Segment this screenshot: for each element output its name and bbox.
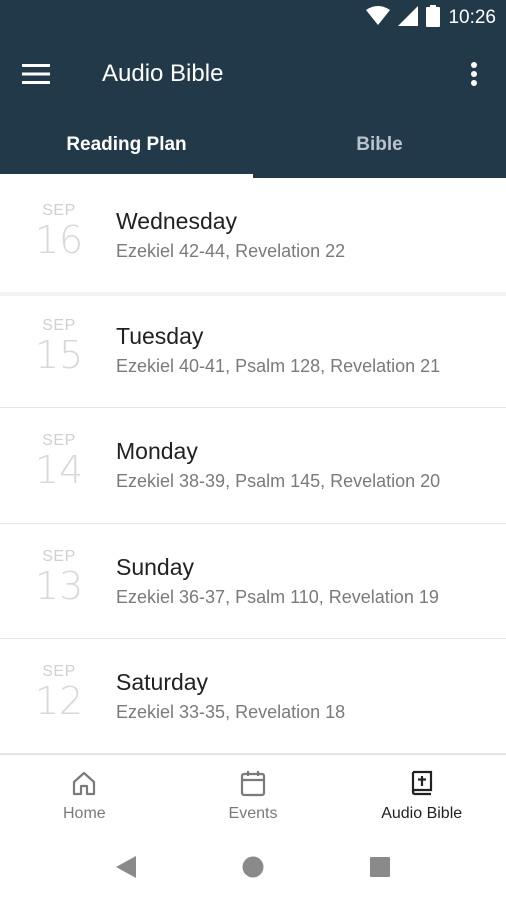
nav-audio-bible-label: Audio Bible [381, 805, 463, 822]
bottom-navigation: Home Events Audio Bible [0, 754, 506, 834]
wifi-icon [366, 5, 391, 31]
calendar-icon [239, 769, 267, 797]
reading-passages: Ezekiel 36-37, Psalm 110, Revelation 19 [116, 586, 439, 607]
tab-bible[interactable]: Bible [253, 112, 506, 178]
date-month: SEP [42, 547, 76, 565]
reading-plan-list: SEP 16 Wednesday Ezekiel 42-44, Revelati… [0, 178, 506, 754]
reading-passages: Ezekiel 33-35, Revelation 18 [116, 701, 346, 722]
reading-weekday: Tuesday [116, 323, 204, 350]
date-badge: SEP 13 [34, 548, 84, 606]
nav-audio-bible[interactable]: Audio Bible [337, 755, 506, 834]
more-vertical-icon[interactable] [460, 58, 488, 90]
date-badge: SEP 15 [34, 317, 84, 375]
home-circle-icon[interactable] [241, 854, 267, 880]
battery-icon [426, 4, 441, 32]
reading-weekday: Sunday [116, 553, 195, 580]
reading-plan-item[interactable]: SEP 16 Wednesday Ezekiel 42-44, Revelati… [0, 178, 506, 297]
date-day: 16 [34, 218, 84, 262]
reading-weekday: Saturday [116, 668, 209, 695]
date-badge: SEP 12 [34, 663, 84, 721]
app-header: 10:26 Audio Bible Reading Plan Bible [0, 0, 506, 178]
status-time: 10:26 [448, 7, 496, 28]
date-day: 12 [34, 678, 84, 723]
reading-weekday: Wednesday [116, 208, 238, 234]
reading-plan-item[interactable]: SEP 12 Saturday Ezekiel 33-35, Revelatio… [0, 639, 506, 754]
app-title: Audio Bible [102, 60, 224, 87]
status-bar: 10:26 [0, 0, 506, 36]
reading-weekday: Monday [116, 438, 198, 465]
date-day: 14 [34, 448, 84, 493]
reading-plan-item[interactable]: SEP 13 Sunday Ezekiel 36-37, Psalm 110, … [0, 524, 506, 639]
tab-reading-plan[interactable]: Reading Plan [0, 112, 253, 178]
signal-icon [398, 5, 419, 31]
back-icon[interactable] [114, 854, 140, 880]
date-badge: SEP 14 [34, 432, 84, 490]
app-bar: Audio Bible [0, 36, 506, 112]
reading-passages: Ezekiel 38-39, Psalm 145, Revelation 20 [116, 471, 441, 492]
status-icons: 10:26 [366, 4, 496, 32]
tab-bar: Reading Plan Bible [0, 112, 506, 178]
nav-home[interactable]: Home [0, 755, 169, 834]
hamburger-menu-icon[interactable] [20, 58, 52, 90]
reading-plan-item[interactable]: SEP 14 Monday Ezekiel 38-39, Psalm 145, … [0, 408, 506, 524]
date-day: 15 [34, 333, 84, 378]
reading-passages: Ezekiel 40-41, Psalm 128, Revelation 21 [116, 356, 441, 377]
reading-plan-item[interactable]: SEP 15 Tuesday Ezekiel 40-41, Psalm 128,… [0, 293, 506, 409]
nav-events-label: Events [228, 805, 278, 822]
nav-home-label: Home [62, 805, 106, 822]
bible-icon [408, 769, 436, 797]
date-day: 13 [34, 563, 84, 608]
date-badge: SEP 16 [34, 202, 84, 260]
reading-passages: Ezekiel 42-44, Revelation 22 [116, 241, 346, 261]
recents-icon[interactable] [368, 854, 394, 880]
nav-events[interactable]: Events [169, 755, 338, 834]
home-icon [70, 769, 98, 797]
system-navigation-bar [0, 834, 506, 900]
